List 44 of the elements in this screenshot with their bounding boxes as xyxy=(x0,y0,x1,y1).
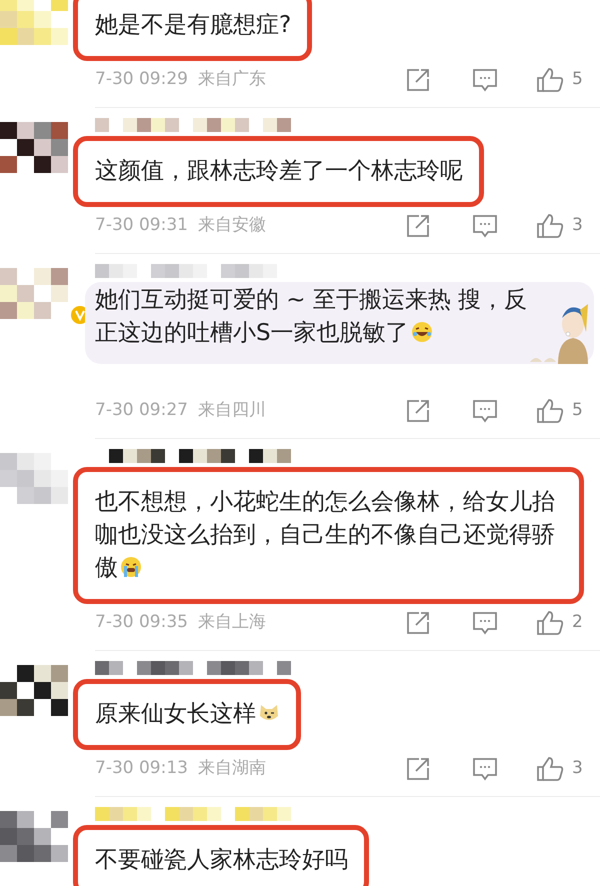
like-count: 5 xyxy=(572,68,584,92)
comment-location: 来自上海 xyxy=(198,611,266,634)
pixelated-avatar-drawing xyxy=(0,0,68,45)
pixelated-avatar-drawing xyxy=(0,453,68,504)
comment-text: 原来仙女长这样 xyxy=(95,698,280,731)
comment-time: 7-30 09:27 xyxy=(95,399,188,422)
thumbs-up-icon[interactable] xyxy=(536,610,564,636)
thumbs-up-icon[interactable] xyxy=(536,67,564,93)
comment-time: 7-30 09:35 xyxy=(95,611,188,634)
pixelated-avatar-drawing xyxy=(0,811,68,862)
pixelated-avatar-drawing xyxy=(0,122,68,173)
comment-text: 也不想想，小花蛇生的怎么会像林，给女儿抬咖也没这么抬到，自己生的不像自己还觉得骄傲 xyxy=(95,488,556,583)
like-count: 3 xyxy=(572,214,584,238)
comment-text: 不要碰瓷人家林志玲好吗 xyxy=(95,846,348,875)
comment-icon[interactable] xyxy=(472,611,498,635)
comment-text: 她们互动挺可爱的 ~ 至于搬运来热 搜，反正这边的吐槽小S一家也脱敏了 xyxy=(95,286,528,348)
comment-time: 7-30 09:13 xyxy=(95,757,188,780)
thumbs-up-icon[interactable] xyxy=(536,398,564,424)
comment-icon[interactable] xyxy=(472,214,498,238)
comment-time: 7-30 09:31 xyxy=(95,214,188,238)
comment-location: 来自四川 xyxy=(198,399,266,422)
like-count: 5 xyxy=(572,399,584,422)
thumbs-up-icon[interactable] xyxy=(536,213,564,239)
comment-icon[interactable] xyxy=(472,757,498,781)
share-icon[interactable] xyxy=(406,214,432,238)
crying-emoji-icon xyxy=(120,556,142,578)
share-icon[interactable] xyxy=(406,757,432,781)
thumbs-up-icon[interactable] xyxy=(536,756,564,782)
comment-icon[interactable] xyxy=(472,68,498,92)
comment-time: 7-30 09:29 xyxy=(95,68,188,92)
like-count: 2 xyxy=(572,611,584,634)
comment-location: 来自湖南 xyxy=(198,757,266,780)
pixelated-avatar-drawing xyxy=(0,268,68,319)
comment-location: 来自安徽 xyxy=(198,214,266,238)
share-icon[interactable] xyxy=(406,611,432,635)
share-icon[interactable] xyxy=(406,68,432,92)
comment-icon[interactable] xyxy=(472,399,498,423)
comment-location: 来自广东 xyxy=(198,68,266,92)
like-count: 3 xyxy=(572,757,584,780)
laughing-emoji-icon xyxy=(410,321,433,343)
comment-text: 她是不是有臆想症? xyxy=(95,11,292,40)
pixelated-avatar-drawing xyxy=(0,665,68,716)
comment-text: 这颜值，跟林志玲差了一个林志玲呢 xyxy=(95,157,463,186)
share-icon[interactable] xyxy=(406,399,432,423)
